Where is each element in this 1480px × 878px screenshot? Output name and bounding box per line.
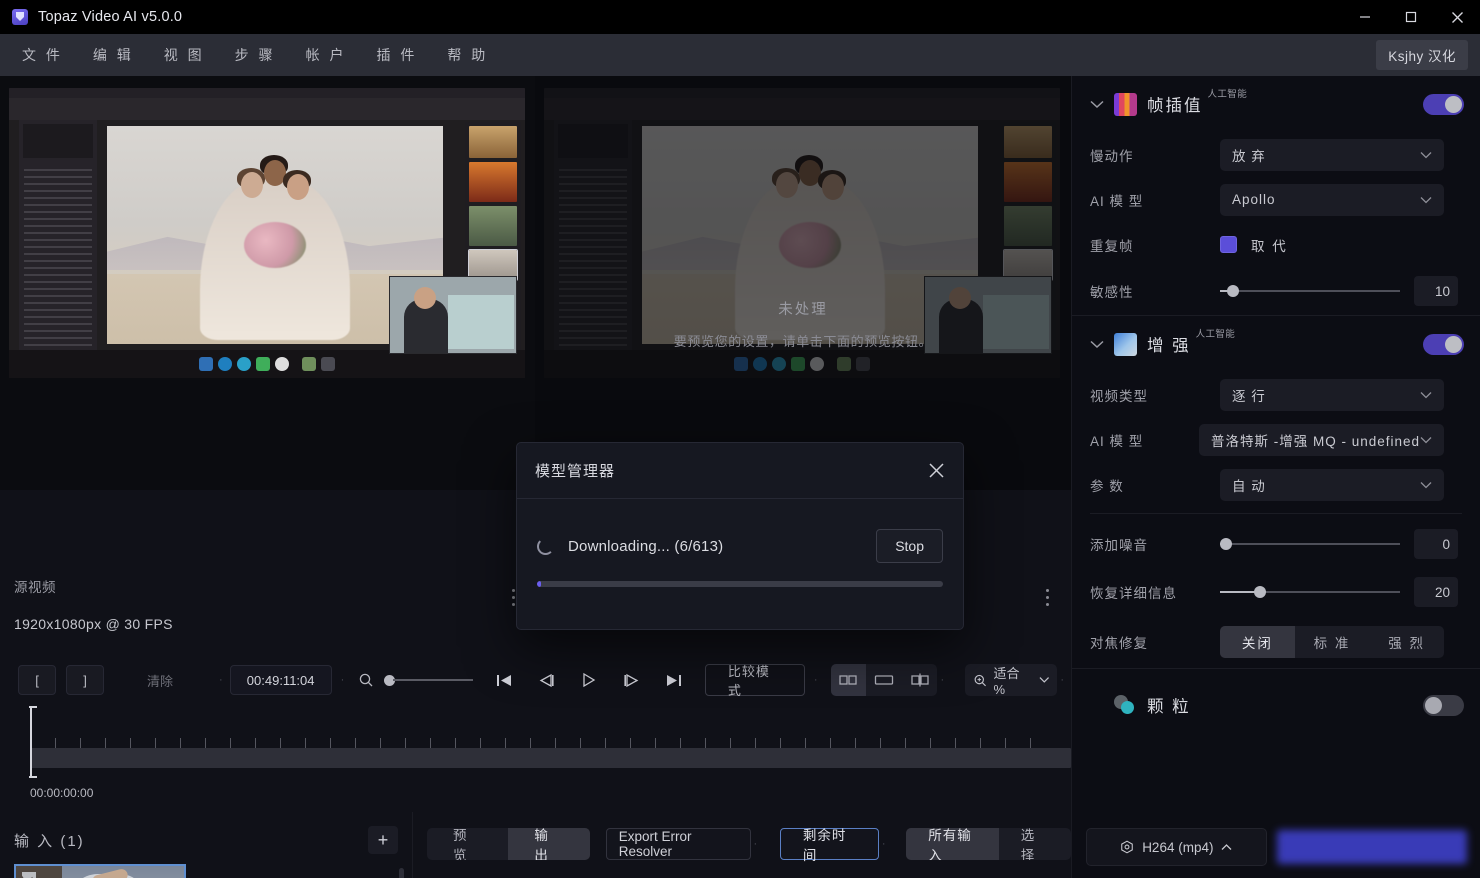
maximize-button[interactable] (1388, 0, 1434, 34)
download-progress-bar (537, 581, 943, 587)
window-controls (1342, 0, 1480, 34)
menu-account[interactable]: 帐 户 (294, 41, 359, 69)
menu-bar: 文 件 编 辑 视 图 步 骤 帐 户 插 件 帮 助 Ksjhy 汉化 (0, 34, 1480, 76)
stop-button[interactable]: Stop (876, 529, 943, 563)
dialog-header: 模型管理器 (517, 443, 963, 499)
dialog-body: Downloading... (6/613) Stop (517, 499, 963, 587)
download-progress-fill (537, 581, 541, 587)
menu-steps[interactable]: 步 骤 (223, 41, 288, 69)
menu-file[interactable]: 文 件 (10, 41, 75, 69)
close-button[interactable] (1434, 0, 1480, 34)
close-icon[interactable] (928, 462, 945, 479)
download-status: Downloading... (6/613) (568, 537, 724, 555)
model-manager-dialog: 模型管理器 Downloading... (6/613) Stop (516, 442, 964, 630)
title-bar: Topaz Video AI v5.0.0 (0, 0, 1480, 34)
dialog-title: 模型管理器 (535, 463, 616, 480)
menu-edit[interactable]: 编 辑 (81, 41, 146, 69)
minimize-button[interactable] (1342, 0, 1388, 34)
window-title: Topaz Video AI v5.0.0 (38, 9, 183, 25)
loading-spinner-icon (537, 537, 554, 555)
menu-help[interactable]: 帮 助 (435, 41, 500, 69)
language-badge[interactable]: Ksjhy 汉化 (1376, 40, 1468, 70)
menu-plugins[interactable]: 插 件 (364, 41, 429, 69)
app-logo-icon (12, 9, 28, 25)
menu-view[interactable]: 视 图 (152, 41, 217, 69)
